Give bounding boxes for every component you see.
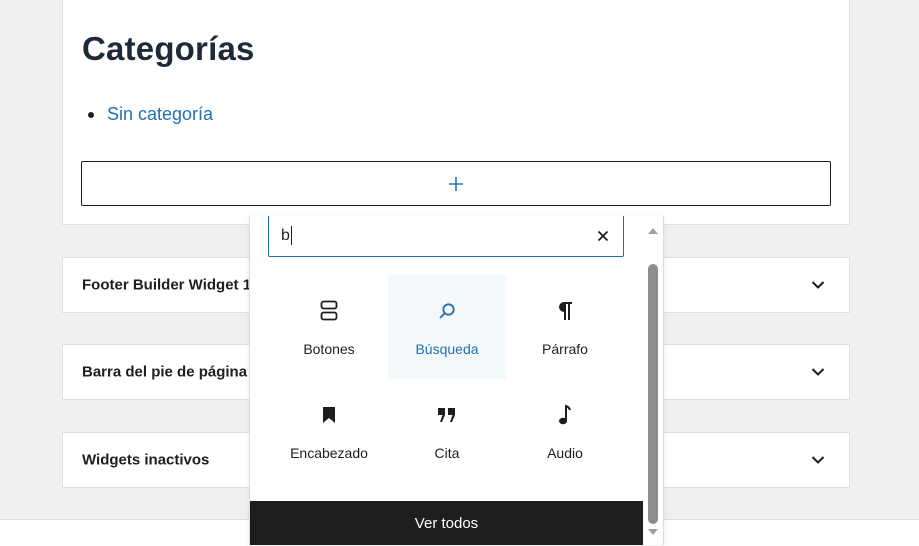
widget-area-label: Footer Builder Widget 1 xyxy=(82,276,252,294)
add-block-button[interactable] xyxy=(81,161,831,206)
block-search-box[interactable] xyxy=(268,216,624,257)
buttons-icon xyxy=(320,300,338,321)
scroll-up-arrow-icon[interactable] xyxy=(648,228,658,234)
chevron-down-icon[interactable] xyxy=(811,368,825,377)
category-link[interactable]: Sin categoría xyxy=(87,104,213,125)
search-icon xyxy=(439,303,455,319)
block-name: Audio xyxy=(547,445,583,461)
block-name: Botones xyxy=(303,341,355,357)
view-all-button[interactable]: Ver todos xyxy=(250,501,643,545)
chevron-down-icon[interactable] xyxy=(811,456,825,465)
scroll-thumb[interactable] xyxy=(648,264,658,524)
category-list: Sin categoría xyxy=(87,104,213,125)
widget-area-label: Barra del pie de página 2 xyxy=(82,363,260,381)
block-search-input[interactable] xyxy=(281,225,581,247)
block-audio[interactable]: Audio xyxy=(506,379,624,483)
block-name: Búsqueda xyxy=(415,341,479,357)
text-caret xyxy=(291,226,292,245)
block-name: Cita xyxy=(434,445,460,461)
quote-icon xyxy=(438,408,455,422)
categories-widget: Categorías Sin categoría xyxy=(62,0,850,225)
block-inserter-popover: Botones Búsqueda Párrafo xyxy=(249,216,664,545)
block-paragraph[interactable]: Párrafo xyxy=(506,275,624,379)
chevron-down-icon[interactable] xyxy=(811,281,825,290)
block-quote[interactable]: Cita xyxy=(388,379,506,483)
scrollbar[interactable] xyxy=(644,216,662,545)
block-search[interactable]: Búsqueda xyxy=(388,275,506,379)
widget-title: Categorías xyxy=(82,30,255,67)
close-icon[interactable] xyxy=(595,228,611,244)
block-name: Párrafo xyxy=(542,341,588,357)
plus-icon xyxy=(449,176,463,191)
widget-area-label: Widgets inactivos xyxy=(82,451,210,469)
paragraph-icon xyxy=(559,302,572,320)
music-note-icon xyxy=(559,404,571,425)
bookmark-icon xyxy=(323,407,335,423)
block-name: Encabezado xyxy=(290,445,368,461)
block-buttons[interactable]: Botones xyxy=(270,275,388,379)
scroll-down-arrow-icon[interactable] xyxy=(648,529,658,535)
block-heading[interactable]: Encabezado xyxy=(270,379,388,483)
